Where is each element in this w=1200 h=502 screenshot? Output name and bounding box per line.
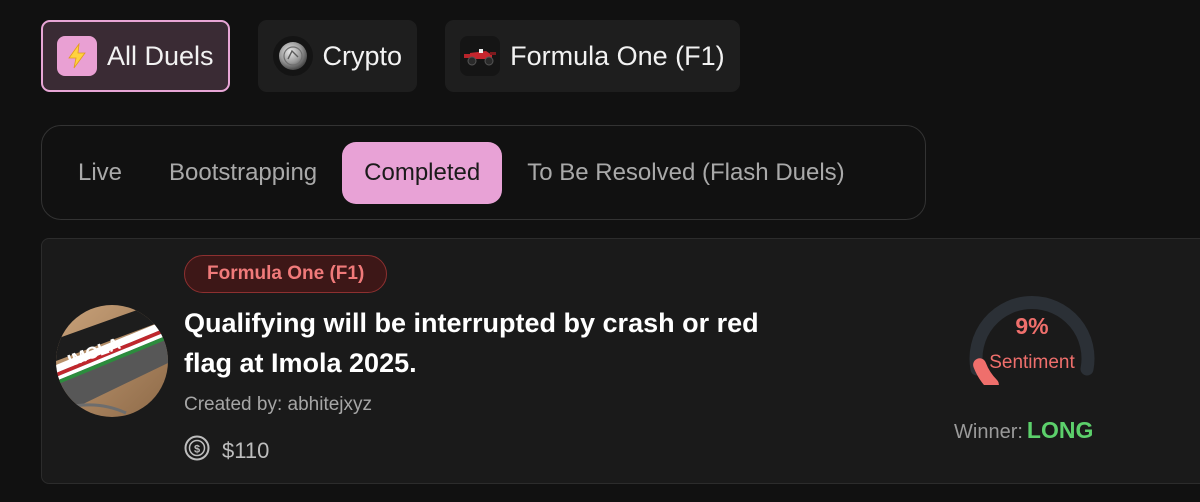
sentiment-percent: 9% <box>1015 313 1049 339</box>
tab-bootstrapping[interactable]: Bootstrapping <box>147 142 339 204</box>
category-crypto-button[interactable]: Crypto <box>257 20 418 92</box>
duel-card[interactable]: IMOLA Formula One (F1) Qualifying will b… <box>41 238 1200 484</box>
category-label: All Duels <box>107 40 214 71</box>
tab-live[interactable]: Live <box>56 142 144 204</box>
winner-value: LONG <box>1026 417 1094 443</box>
created-by-label: Created by: <box>184 394 283 415</box>
winner-label: Winner: <box>954 421 1023 443</box>
category-label: Crypto <box>322 40 403 71</box>
dollar-coin-icon: $ <box>184 435 210 467</box>
category-label: Formula One (F1) <box>510 40 725 71</box>
duel-title: Qualifying will be interrupted by crash … <box>184 308 759 378</box>
sentiment-label: Sentiment <box>989 352 1075 373</box>
amount-value: $110 <box>222 438 270 463</box>
winner-info: Winner: LONG <box>954 417 1093 444</box>
tab-completed[interactable]: Completed <box>342 141 503 204</box>
category-all-duels-button[interactable]: All Duels <box>41 20 230 92</box>
duel-creator: Created by: abhitejxyz <box>184 394 372 416</box>
tab-to-be-resolved[interactable]: To Be Resolved (Flash Duels) <box>505 142 866 204</box>
status-tabs: Live Bootstrapping Completed To Be Resol… <box>41 125 926 220</box>
svg-text:$: $ <box>194 444 200 456</box>
crypto-coin-icon <box>272 36 313 76</box>
duel-amount: $ $110 <box>184 435 269 467</box>
f1-car-icon <box>460 36 501 76</box>
category-f1-button[interactable]: Formula One (F1) <box>445 20 740 92</box>
lightning-bolt-icon <box>57 36 97 76</box>
creator-name: abhitejxyz <box>287 394 373 415</box>
duel-thumbnail: IMOLA <box>56 305 168 417</box>
category-badge: Formula One (F1) <box>184 255 388 293</box>
category-filter-row: All Duels Crypto Formula One (F1) <box>41 20 740 92</box>
